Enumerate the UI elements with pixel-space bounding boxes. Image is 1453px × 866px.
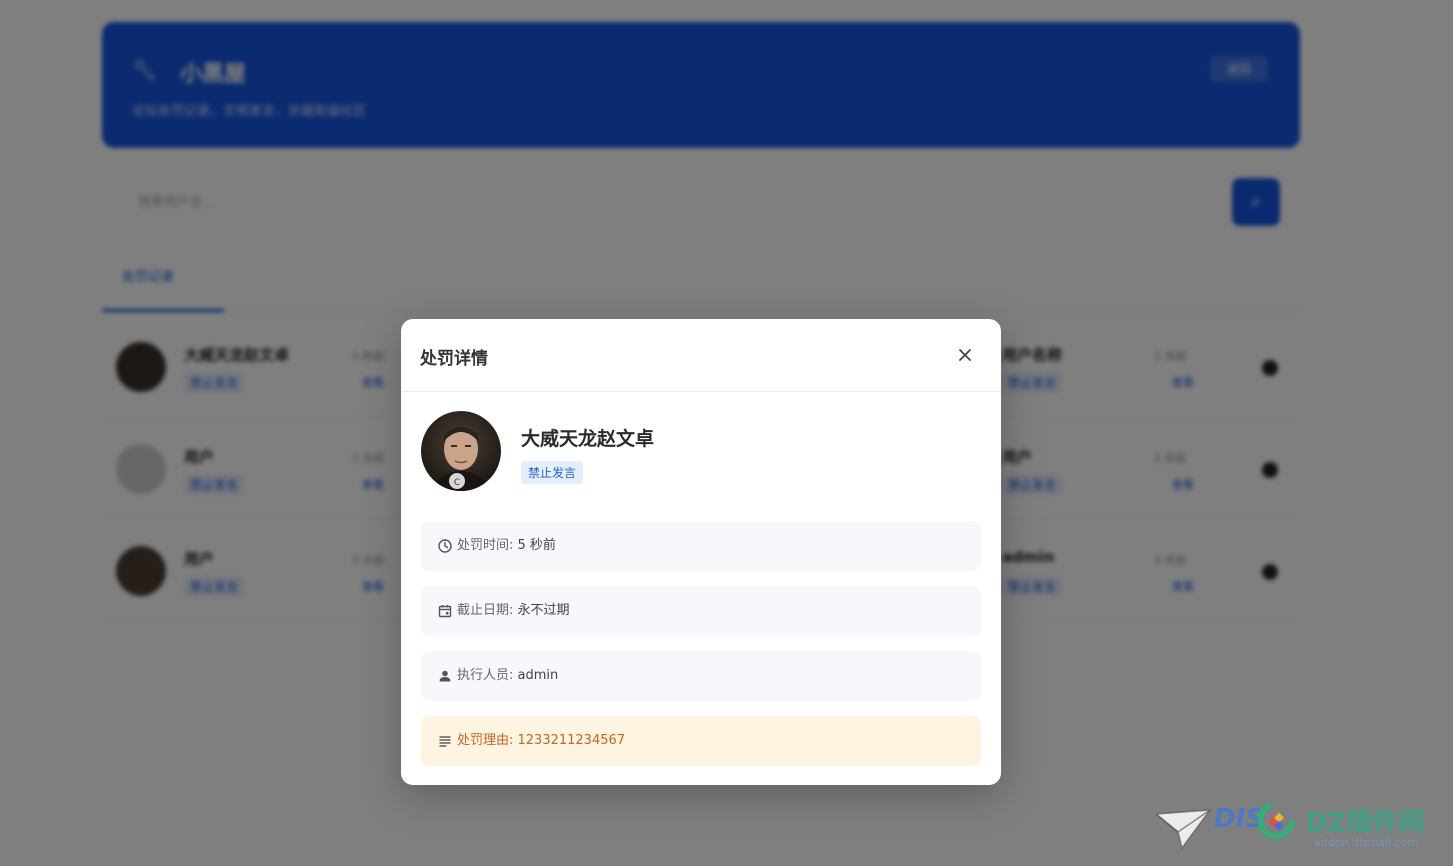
- operator-row: 执行人员: admin: [421, 651, 981, 701]
- watermark-brand-right: DZ插件网: [1306, 808, 1425, 838]
- text-lines-icon: [439, 736, 451, 747]
- detail-value: 永不过期: [517, 603, 570, 618]
- expiry-date-row: 截止日期: 永不过期: [421, 586, 981, 636]
- detail-value: 5 秒前: [517, 538, 556, 553]
- detail-label: 执行人员:: [457, 668, 518, 683]
- detail-value: admin: [517, 668, 559, 683]
- clock-icon: [438, 539, 452, 553]
- status-badge: 禁止发言: [521, 461, 584, 484]
- detail-value: 1233211234567: [517, 733, 626, 748]
- modal-title: 处罚详情: [420, 349, 488, 369]
- logo-icon: [1257, 801, 1295, 839]
- reason-row: 处罚理由: 1233211234567: [421, 716, 981, 766]
- paper-plane-icon: [1156, 809, 1212, 850]
- calendar-icon: [438, 605, 452, 618]
- detail-label: 截止日期:: [457, 603, 518, 618]
- user-name: 大威天龙赵文卓: [521, 428, 655, 450]
- avatar: C: [421, 411, 501, 491]
- svg-text:C: C: [454, 478, 460, 488]
- punish-time-row: 处罚时间: 5 秒前: [421, 521, 981, 571]
- punishment-detail-modal: 处罚详情 C 大威天龙赵文卓 禁止发言 处罚时间: 5 秒前 截止日期: 永不过…: [401, 319, 1001, 785]
- detail-label: 处罚理由:: [457, 733, 518, 748]
- detail-label: 处罚时间:: [457, 538, 518, 553]
- watermark: DIS DZ插件网 addon.dismall.com: [1156, 798, 1446, 858]
- close-icon[interactable]: [953, 343, 977, 367]
- modal-header: 处罚详情: [401, 319, 1001, 392]
- watermark-url: addon.dismall.com: [1314, 836, 1419, 849]
- person-icon: [439, 670, 451, 682]
